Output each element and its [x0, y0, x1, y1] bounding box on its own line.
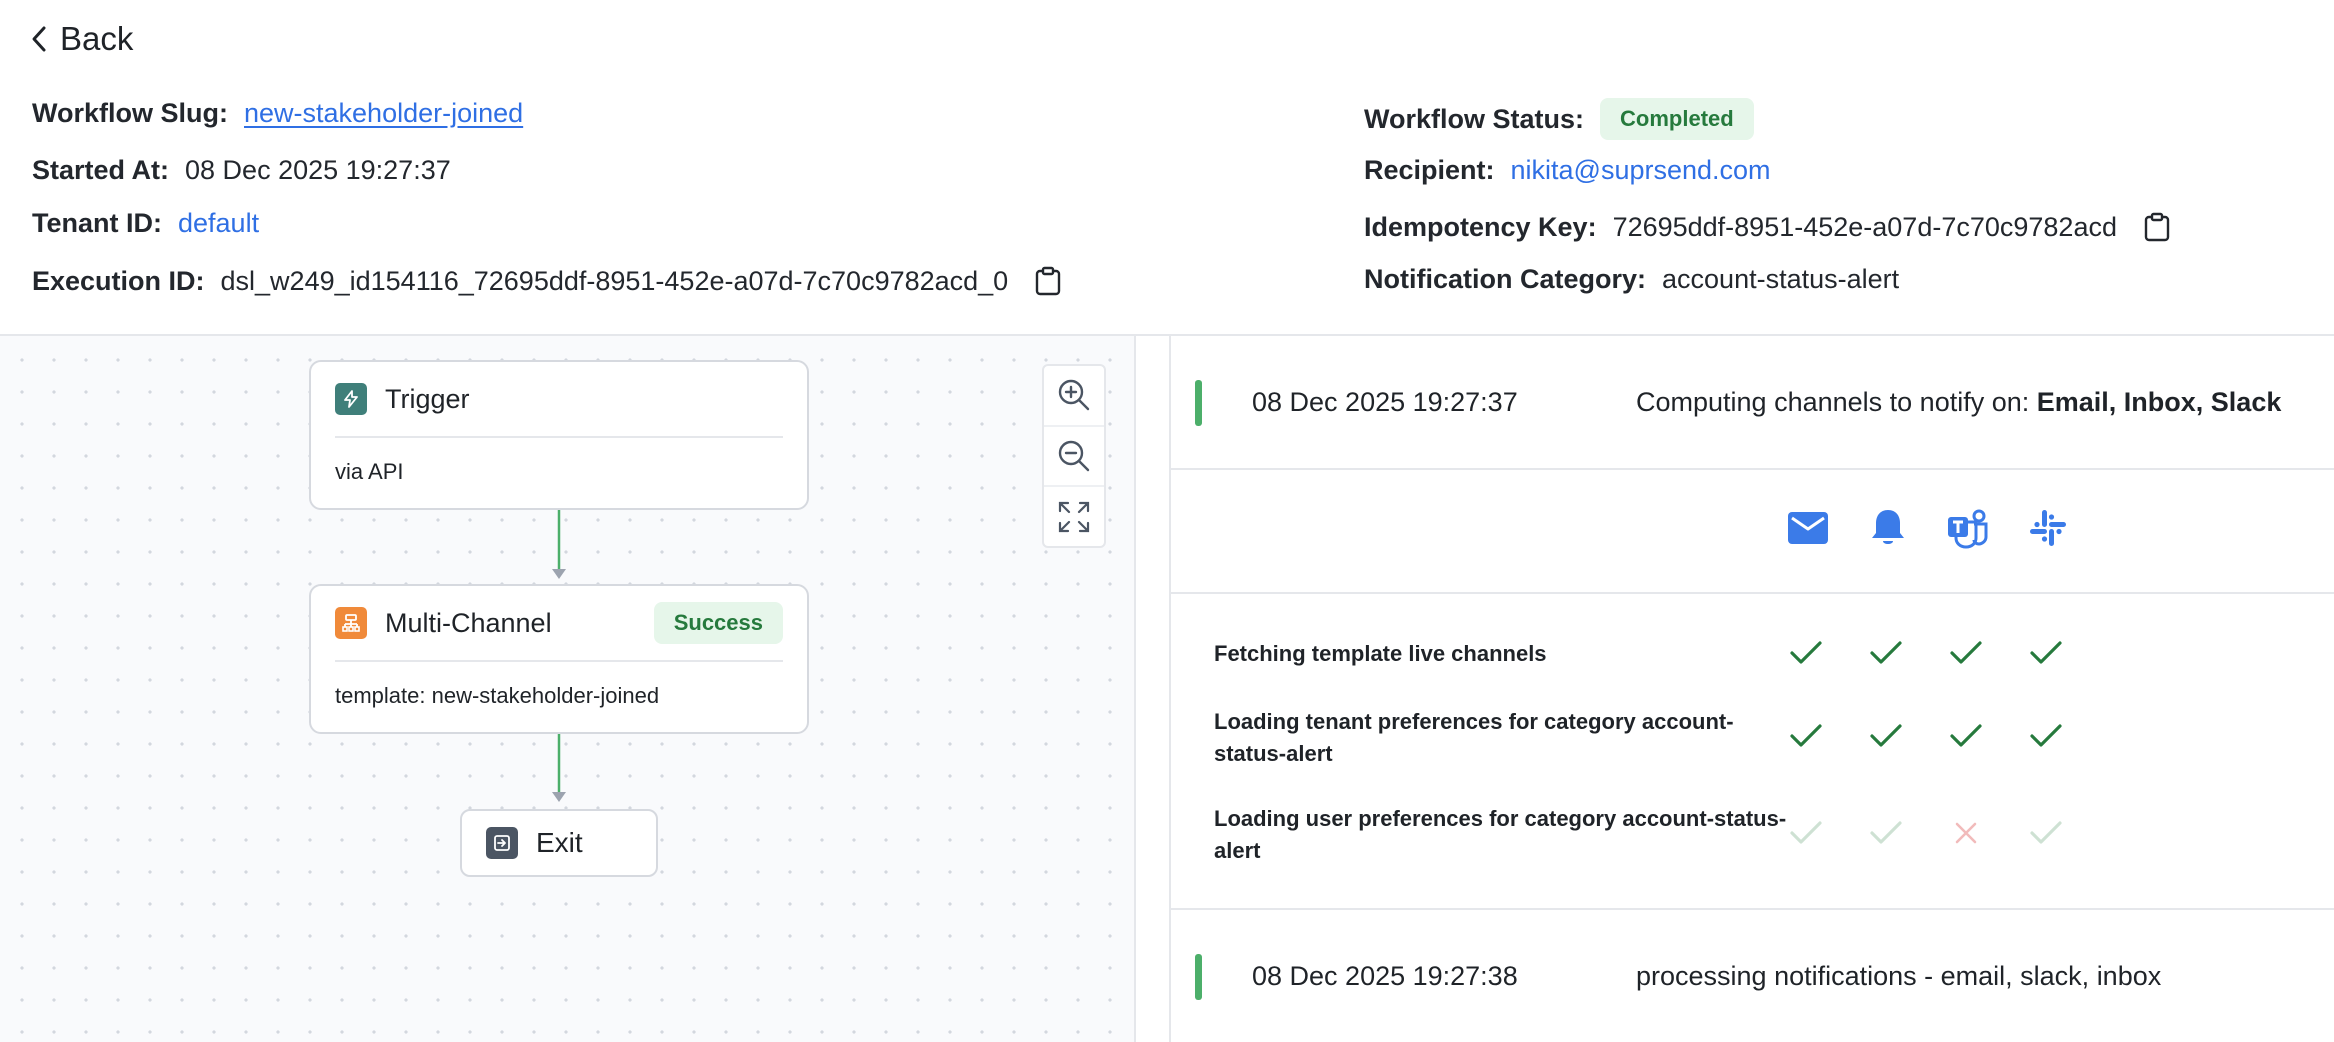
multi-channel-node[interactable]: Multi-Channel Success template: new-stak… — [309, 584, 809, 734]
multi-channel-icon — [335, 607, 367, 639]
log-status-bar — [1195, 380, 1202, 426]
zoom-in-icon — [1058, 380, 1090, 411]
started-at-value: 08 Dec 2025 19:27:37 — [185, 155, 451, 185]
exit-node-title: Exit — [536, 827, 583, 858]
trigger-node-body: via API — [335, 459, 404, 484]
workflow-status-row: Workflow Status: Completed — [1364, 98, 1754, 140]
workflow-slug-label: Workflow Slug: — [32, 98, 228, 128]
workflow-slug-row: Workflow Slug: new-stakeholder-joined — [32, 98, 523, 129]
check-icon — [2028, 635, 2064, 671]
check-row-label: Loading tenant preferences for category … — [1214, 709, 1734, 766]
idempotency-key-row: Idempotency Key: 72695ddf-8951-452e-a07d… — [1364, 210, 2171, 244]
lightning-icon — [335, 383, 367, 415]
log-entry: 08 Dec 2025 19:27:38 processing notifica… — [1171, 910, 2334, 1042]
trigger-node-title: Trigger — [385, 383, 470, 414]
log-timestamp: 08 Dec 2025 19:27:37 — [1252, 386, 1518, 417]
log-message-text: processing notifications - email, slack,… — [1636, 960, 2162, 991]
workflow-slug-link[interactable]: new-stakeholder-joined — [244, 98, 523, 129]
inbox-bell-icon — [1866, 506, 1910, 550]
idempotency-key-label: Idempotency Key: — [1364, 211, 1597, 242]
back-label: Back — [60, 20, 134, 57]
trigger-node[interactable]: Trigger via API — [309, 360, 809, 510]
zoom-out-icon — [1058, 440, 1090, 472]
recipient-row: Recipient: nikita@suprsend.com — [1364, 155, 1771, 186]
exit-icon — [486, 827, 518, 859]
execution-id-label: Execution ID: — [32, 265, 205, 296]
tenant-id-link[interactable]: default — [178, 208, 259, 239]
log-message: processing notifications - email, slack,… — [1636, 961, 2161, 992]
log-timestamp: 08 Dec 2025 19:27:38 — [1252, 960, 1518, 991]
log-message: Computing channels to notify on: Email, … — [1636, 387, 2281, 418]
log-message-text: Computing channels to notify on: — [1636, 386, 2037, 417]
execution-id-row: Execution ID: dsl_w249_id154116_72695ddf… — [32, 264, 1062, 298]
copy-idempotency-key-button[interactable] — [2143, 210, 2171, 244]
fit-view-icon — [1058, 501, 1090, 532]
fit-view-button[interactable] — [1044, 487, 1104, 546]
cross-icon — [1948, 815, 1984, 851]
log-entry: 08 Dec 2025 19:27:37 Computing channels … — [1171, 336, 2334, 468]
tenant-id-row: Tenant ID: default — [32, 208, 259, 239]
check-icon — [1948, 635, 1984, 671]
notification-category-row: Notification Category: account-status-al… — [1364, 264, 1899, 295]
check-icon — [1868, 635, 1904, 671]
status-badge: Completed — [1600, 98, 1754, 140]
zoom-controls — [1042, 364, 1106, 548]
idempotency-key-value: 72695ddf-8951-452e-a07d-7c70c9782acd — [1612, 211, 2117, 242]
success-badge: Success — [653, 602, 783, 644]
started-at-row: Started At: 08 Dec 2025 19:27:37 — [32, 155, 451, 186]
check-icon — [1788, 635, 1824, 671]
execution-log-panel: 08 Dec 2025 19:27:37 Computing channels … — [1169, 336, 2334, 1042]
zoom-in-button[interactable] — [1044, 366, 1104, 427]
notification-category-label: Notification Category: — [1364, 264, 1647, 294]
notification-category-value: account-status-alert — [1662, 264, 1900, 294]
check-icon — [1788, 718, 1824, 754]
execution-id-value: dsl_w249_id154116_72695ddf-8951-452e-a07… — [220, 265, 1009, 296]
log-divider — [1171, 468, 2334, 470]
check-icon — [1788, 815, 1824, 851]
canvas-divider — [1134, 336, 1136, 1042]
chevron-left-icon — [32, 26, 46, 52]
workflow-status-label: Workflow Status: — [1364, 103, 1585, 134]
slack-icon — [2026, 506, 2070, 550]
clipboard-icon — [1036, 266, 1061, 296]
log-status-bar — [1195, 954, 1202, 1000]
exit-node[interactable]: Exit — [460, 809, 658, 877]
zoom-out-button[interactable] — [1044, 427, 1104, 488]
teams-icon — [1946, 506, 1990, 550]
recipient-link[interactable]: nikita@suprsend.com — [1511, 155, 1771, 186]
multi-channel-node-body: template: new-stakeholder-joined — [335, 683, 660, 708]
check-row-label: Fetching template live channels — [1214, 641, 1547, 666]
tenant-id-label: Tenant ID: — [32, 208, 162, 238]
back-button[interactable]: Back — [28, 20, 133, 58]
check-icon — [1948, 718, 1984, 754]
check-icon — [2028, 718, 2064, 754]
check-icon — [1868, 718, 1904, 754]
copy-execution-id-button[interactable] — [1034, 264, 1062, 298]
started-at-label: Started At: — [32, 155, 170, 185]
check-icon — [2028, 815, 2064, 851]
channels-divider — [1171, 592, 2334, 594]
check-icon — [1868, 815, 1904, 851]
email-icon — [1786, 506, 1830, 550]
check-row-label: Loading user preferences for category ac… — [1214, 806, 1787, 863]
multi-channel-node-title: Multi-Channel — [385, 607, 552, 638]
clipboard-icon — [2144, 212, 2170, 242]
recipient-label: Recipient: — [1364, 155, 1495, 185]
log-message-channels: Email, Inbox, Slack — [2036, 386, 2282, 417]
